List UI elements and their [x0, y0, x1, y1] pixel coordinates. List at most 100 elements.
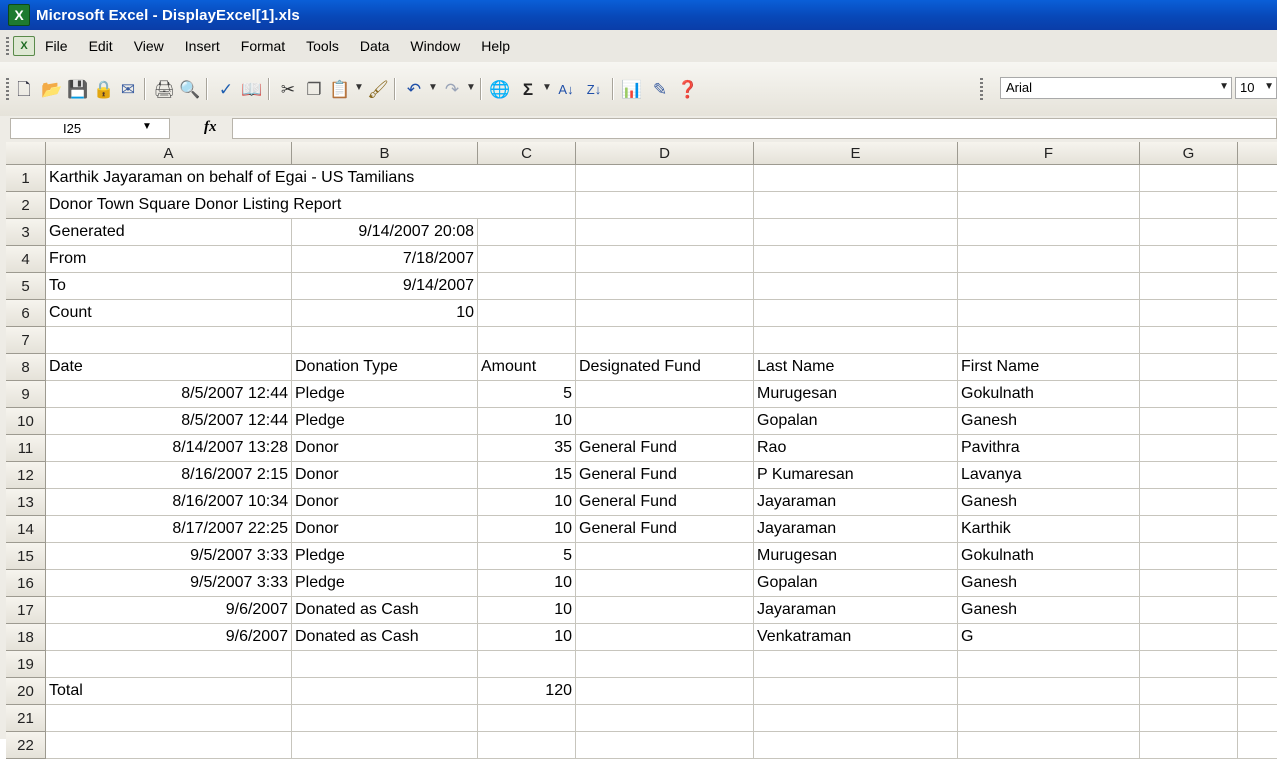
row-header[interactable]: 13: [6, 489, 46, 516]
cell[interactable]: [958, 705, 1140, 732]
cell[interactable]: [1140, 192, 1238, 219]
cell[interactable]: [478, 651, 576, 678]
cell[interactable]: [1140, 462, 1238, 489]
cell[interactable]: [754, 327, 958, 354]
cell[interactable]: 10: [478, 408, 576, 435]
cell[interactable]: General Fund: [576, 435, 754, 462]
save-icon[interactable]: 💾: [66, 77, 90, 101]
cell[interactable]: [1238, 273, 1277, 300]
menu-data[interactable]: Data: [358, 36, 392, 56]
menu-view[interactable]: View: [132, 36, 166, 56]
new-icon[interactable]: 🗋: [12, 77, 36, 101]
undo-dropdown-icon[interactable]: ▼: [428, 82, 438, 93]
cell[interactable]: [292, 327, 478, 354]
cell[interactable]: [1238, 381, 1277, 408]
cell[interactable]: Designated Fund: [576, 354, 754, 381]
cell[interactable]: [1238, 246, 1277, 273]
cell[interactable]: [1140, 516, 1238, 543]
row-header[interactable]: 16: [6, 570, 46, 597]
sort-descending-icon[interactable]: Z↓: [582, 77, 606, 101]
cell[interactable]: 8/17/2007 22:25: [46, 516, 292, 543]
cell[interactable]: [292, 705, 478, 732]
cell[interactable]: Jayaraman: [754, 516, 958, 543]
cell[interactable]: General Fund: [576, 516, 754, 543]
row-header[interactable]: 20: [6, 678, 46, 705]
column-header[interactable]: A: [46, 142, 292, 165]
row-header[interactable]: 6: [6, 300, 46, 327]
cell[interactable]: [1140, 570, 1238, 597]
cell[interactable]: [576, 543, 754, 570]
cell[interactable]: [754, 219, 958, 246]
cell[interactable]: Gopalan: [754, 570, 958, 597]
cell[interactable]: 35: [478, 435, 576, 462]
cell[interactable]: [958, 732, 1140, 759]
cell[interactable]: [1238, 354, 1277, 381]
cell[interactable]: From: [46, 246, 292, 273]
cell[interactable]: Donor: [292, 516, 478, 543]
cell[interactable]: 10: [478, 624, 576, 651]
cell[interactable]: Donor: [292, 462, 478, 489]
cell[interactable]: General Fund: [576, 489, 754, 516]
autosum-icon[interactable]: Σ: [516, 77, 540, 101]
cell[interactable]: Pledge: [292, 408, 478, 435]
cell[interactable]: [478, 246, 576, 273]
cell[interactable]: 5: [478, 543, 576, 570]
permission-icon[interactable]: 🔒: [92, 77, 116, 101]
cell[interactable]: [958, 273, 1140, 300]
print-icon[interactable]: 🖨: [152, 77, 176, 101]
cell[interactable]: [1238, 732, 1277, 759]
cell[interactable]: [1140, 597, 1238, 624]
column-header[interactable]: D: [576, 142, 754, 165]
cell[interactable]: [754, 273, 958, 300]
cell[interactable]: [478, 300, 576, 327]
cell[interactable]: Gopalan: [754, 408, 958, 435]
cell[interactable]: [754, 300, 958, 327]
cell[interactable]: [46, 732, 292, 759]
help-icon[interactable]: ❓: [676, 77, 700, 101]
cell[interactable]: [1238, 570, 1277, 597]
cell[interactable]: [46, 327, 292, 354]
formatting-toolbar-grip[interactable]: [980, 78, 983, 100]
cell[interactable]: Count: [46, 300, 292, 327]
cell[interactable]: [754, 192, 958, 219]
cell[interactable]: Pledge: [292, 543, 478, 570]
cell[interactable]: [576, 732, 754, 759]
cell[interactable]: [576, 678, 754, 705]
cell[interactable]: Pavithra: [958, 435, 1140, 462]
cell[interactable]: [1238, 543, 1277, 570]
cell[interactable]: [1140, 327, 1238, 354]
cell[interactable]: [576, 570, 754, 597]
menu-insert[interactable]: Insert: [183, 36, 222, 56]
cell[interactable]: Last Name: [754, 354, 958, 381]
row-header[interactable]: 18: [6, 624, 46, 651]
cell[interactable]: Ganesh: [958, 489, 1140, 516]
cell[interactable]: Gokulnath: [958, 381, 1140, 408]
row-header[interactable]: 2: [6, 192, 46, 219]
spelling-icon[interactable]: ✓: [214, 77, 238, 101]
cell[interactable]: 8/5/2007 12:44: [46, 381, 292, 408]
cell[interactable]: Murugesan: [754, 381, 958, 408]
row-header[interactable]: 17: [6, 597, 46, 624]
cell[interactable]: Lavanya: [958, 462, 1140, 489]
cell[interactable]: [958, 327, 1140, 354]
excel-icon[interactable]: X: [8, 4, 30, 26]
mail-icon[interactable]: ✉: [116, 77, 140, 101]
cell[interactable]: [478, 273, 576, 300]
cell[interactable]: Donor Town Square Donor Listing Report: [46, 192, 341, 219]
cell[interactable]: 15: [478, 462, 576, 489]
cell[interactable]: To: [46, 273, 292, 300]
cell[interactable]: Donor: [292, 435, 478, 462]
menu-format[interactable]: Format: [239, 36, 287, 56]
menu-window[interactable]: Window: [408, 36, 462, 56]
autosum-dropdown-icon[interactable]: ▼: [542, 82, 552, 93]
cell[interactable]: [1140, 219, 1238, 246]
row-header[interactable]: 14: [6, 516, 46, 543]
cell[interactable]: [478, 165, 576, 192]
cell[interactable]: [1140, 624, 1238, 651]
hyperlink-icon[interactable]: 🌐: [488, 77, 512, 101]
cell[interactable]: [1140, 381, 1238, 408]
cell[interactable]: Ganesh: [958, 408, 1140, 435]
chevron-down-icon[interactable]: ▼: [1219, 81, 1229, 92]
cell[interactable]: 9/14/2007 20:08: [292, 219, 478, 246]
paste-dropdown-icon[interactable]: ▼: [354, 82, 364, 93]
